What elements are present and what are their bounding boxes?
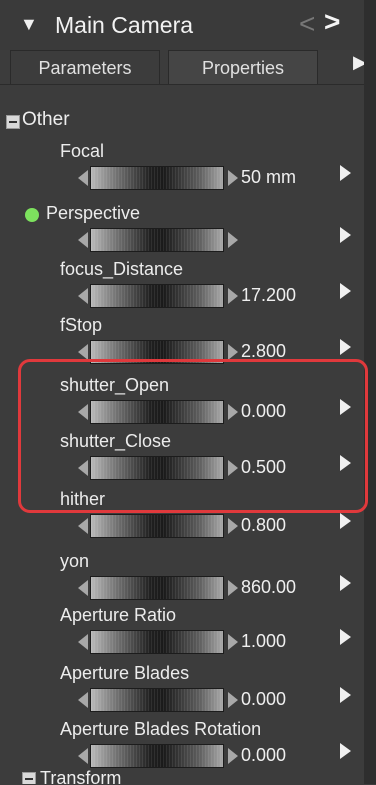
- value-dial[interactable]: [90, 340, 224, 364]
- param-label: hither: [60, 489, 106, 509]
- decrement-arrow-icon[interactable]: [78, 748, 88, 764]
- tab-label: Parameters: [38, 58, 132, 78]
- param-label: Aperture Blades: [60, 663, 190, 683]
- param-menu-arrow-icon[interactable]: [340, 339, 351, 355]
- increment-arrow-icon[interactable]: [228, 232, 238, 248]
- panel-title: Main Camera: [55, 12, 194, 38]
- value-dial[interactable]: [90, 688, 224, 712]
- param-row: shutter_Close 0.500: [0, 431, 364, 489]
- increment-arrow-icon[interactable]: [228, 404, 238, 420]
- param-label: Focal: [60, 141, 105, 161]
- param-label: shutter_Open: [60, 375, 170, 395]
- param-label: Aperture Blades Rotation: [60, 719, 262, 739]
- param-menu-arrow-icon[interactable]: [340, 575, 351, 591]
- increment-arrow-icon[interactable]: [228, 518, 238, 534]
- param-row: yon 860.00: [0, 551, 364, 609]
- param-menu-arrow-icon[interactable]: [340, 455, 351, 471]
- value-dial[interactable]: [90, 228, 224, 252]
- collapse-group-icon[interactable]: [6, 115, 20, 129]
- param-row: fStop 2.800: [0, 315, 364, 373]
- param-value[interactable]: 50 mm: [241, 167, 296, 188]
- increment-arrow-icon[interactable]: [228, 580, 238, 596]
- param-label: yon: [60, 551, 90, 571]
- param-value[interactable]: 1.000: [241, 631, 286, 652]
- param-row: hither 0.800: [0, 489, 364, 547]
- collapse-group-icon[interactable]: [22, 772, 36, 784]
- param-label: focus_Distance: [60, 259, 184, 279]
- value-dial[interactable]: [90, 744, 224, 768]
- param-menu-arrow-icon[interactable]: [340, 399, 351, 415]
- param-value[interactable]: 0.000: [241, 745, 286, 766]
- next-camera-button[interactable]: >: [324, 6, 340, 38]
- increment-arrow-icon[interactable]: [228, 460, 238, 476]
- param-row: Aperture Blades Rotation 0.000: [0, 719, 364, 777]
- tab-bar: Parameters Properties: [0, 50, 376, 84]
- param-value[interactable]: 0.000: [241, 689, 286, 710]
- group-header-transform: Transform: [0, 770, 364, 784]
- value-dial[interactable]: [90, 456, 224, 480]
- param-menu-arrow-icon[interactable]: [340, 687, 351, 703]
- decrement-arrow-icon[interactable]: [78, 692, 88, 708]
- chevron-left-icon: <: [299, 8, 316, 39]
- value-dial[interactable]: [90, 284, 224, 308]
- increment-arrow-icon[interactable]: [228, 634, 238, 650]
- tab-properties[interactable]: Properties: [168, 50, 318, 84]
- param-label: shutter_Close: [60, 431, 172, 451]
- param-menu-arrow-icon[interactable]: [340, 283, 351, 299]
- param-row: Aperture Ratio 1.000: [0, 605, 364, 663]
- decrement-arrow-icon[interactable]: [78, 634, 88, 650]
- panel-header: ▼ Main Camera < >: [0, 0, 376, 50]
- param-menu-arrow-icon[interactable]: [340, 227, 351, 243]
- param-label: Aperture Ratio: [60, 605, 177, 625]
- decrement-arrow-icon[interactable]: [78, 288, 88, 304]
- param-label: Perspective: [46, 203, 141, 223]
- value-dial[interactable]: [90, 576, 224, 600]
- status-dot-icon: [25, 208, 39, 222]
- chevron-right-icon: >: [324, 6, 341, 37]
- param-label: fStop: [60, 315, 103, 335]
- value-dial[interactable]: [90, 400, 224, 424]
- previous-camera-button[interactable]: <: [299, 8, 315, 40]
- decrement-arrow-icon[interactable]: [78, 580, 88, 596]
- increment-arrow-icon[interactable]: [228, 748, 238, 764]
- decrement-arrow-icon[interactable]: [78, 344, 88, 360]
- decrement-arrow-icon[interactable]: [78, 518, 88, 534]
- increment-arrow-icon[interactable]: [228, 170, 238, 186]
- param-row: shutter_Open 0.000: [0, 375, 364, 433]
- tab-label: Properties: [201, 58, 285, 78]
- tab-parameters[interactable]: Parameters: [10, 50, 160, 84]
- param-value[interactable]: 2.800: [241, 341, 286, 362]
- increment-arrow-icon[interactable]: [228, 288, 238, 304]
- param-row: Aperture Blades 0.000: [0, 663, 364, 721]
- collapse-triangle-icon[interactable]: ▼: [20, 14, 38, 35]
- param-value[interactable]: 860.00: [241, 577, 296, 598]
- value-dial[interactable]: [90, 630, 224, 654]
- param-value[interactable]: 0.500: [241, 457, 286, 478]
- param-menu-arrow-icon[interactable]: [340, 165, 351, 181]
- param-value[interactable]: 0.800: [241, 515, 286, 536]
- decrement-arrow-icon[interactable]: [78, 460, 88, 476]
- param-menu-arrow-icon[interactable]: [340, 743, 351, 759]
- param-value[interactable]: 17.200: [241, 285, 296, 306]
- param-row: Focal 50 mm: [0, 141, 364, 199]
- vertical-scrollbar[interactable]: [364, 0, 376, 784]
- increment-arrow-icon[interactable]: [228, 344, 238, 360]
- param-value[interactable]: 0.000: [241, 401, 286, 422]
- decrement-arrow-icon[interactable]: [78, 170, 88, 186]
- value-dial[interactable]: [90, 514, 224, 538]
- group-label-transform: Transform: [40, 770, 122, 784]
- value-dial[interactable]: [90, 166, 224, 190]
- increment-arrow-icon[interactable]: [228, 692, 238, 708]
- decrement-arrow-icon[interactable]: [78, 232, 88, 248]
- param-menu-arrow-icon[interactable]: [340, 513, 351, 529]
- group-label-other: Other: [22, 109, 70, 130]
- param-row: focus_Distance 17.200: [0, 259, 364, 317]
- parameters-list: Other Focal 50 mm Perspective focus_Dist…: [0, 84, 364, 785]
- param-menu-arrow-icon[interactable]: [340, 629, 351, 645]
- decrement-arrow-icon[interactable]: [78, 404, 88, 420]
- param-row: Perspective: [0, 203, 364, 261]
